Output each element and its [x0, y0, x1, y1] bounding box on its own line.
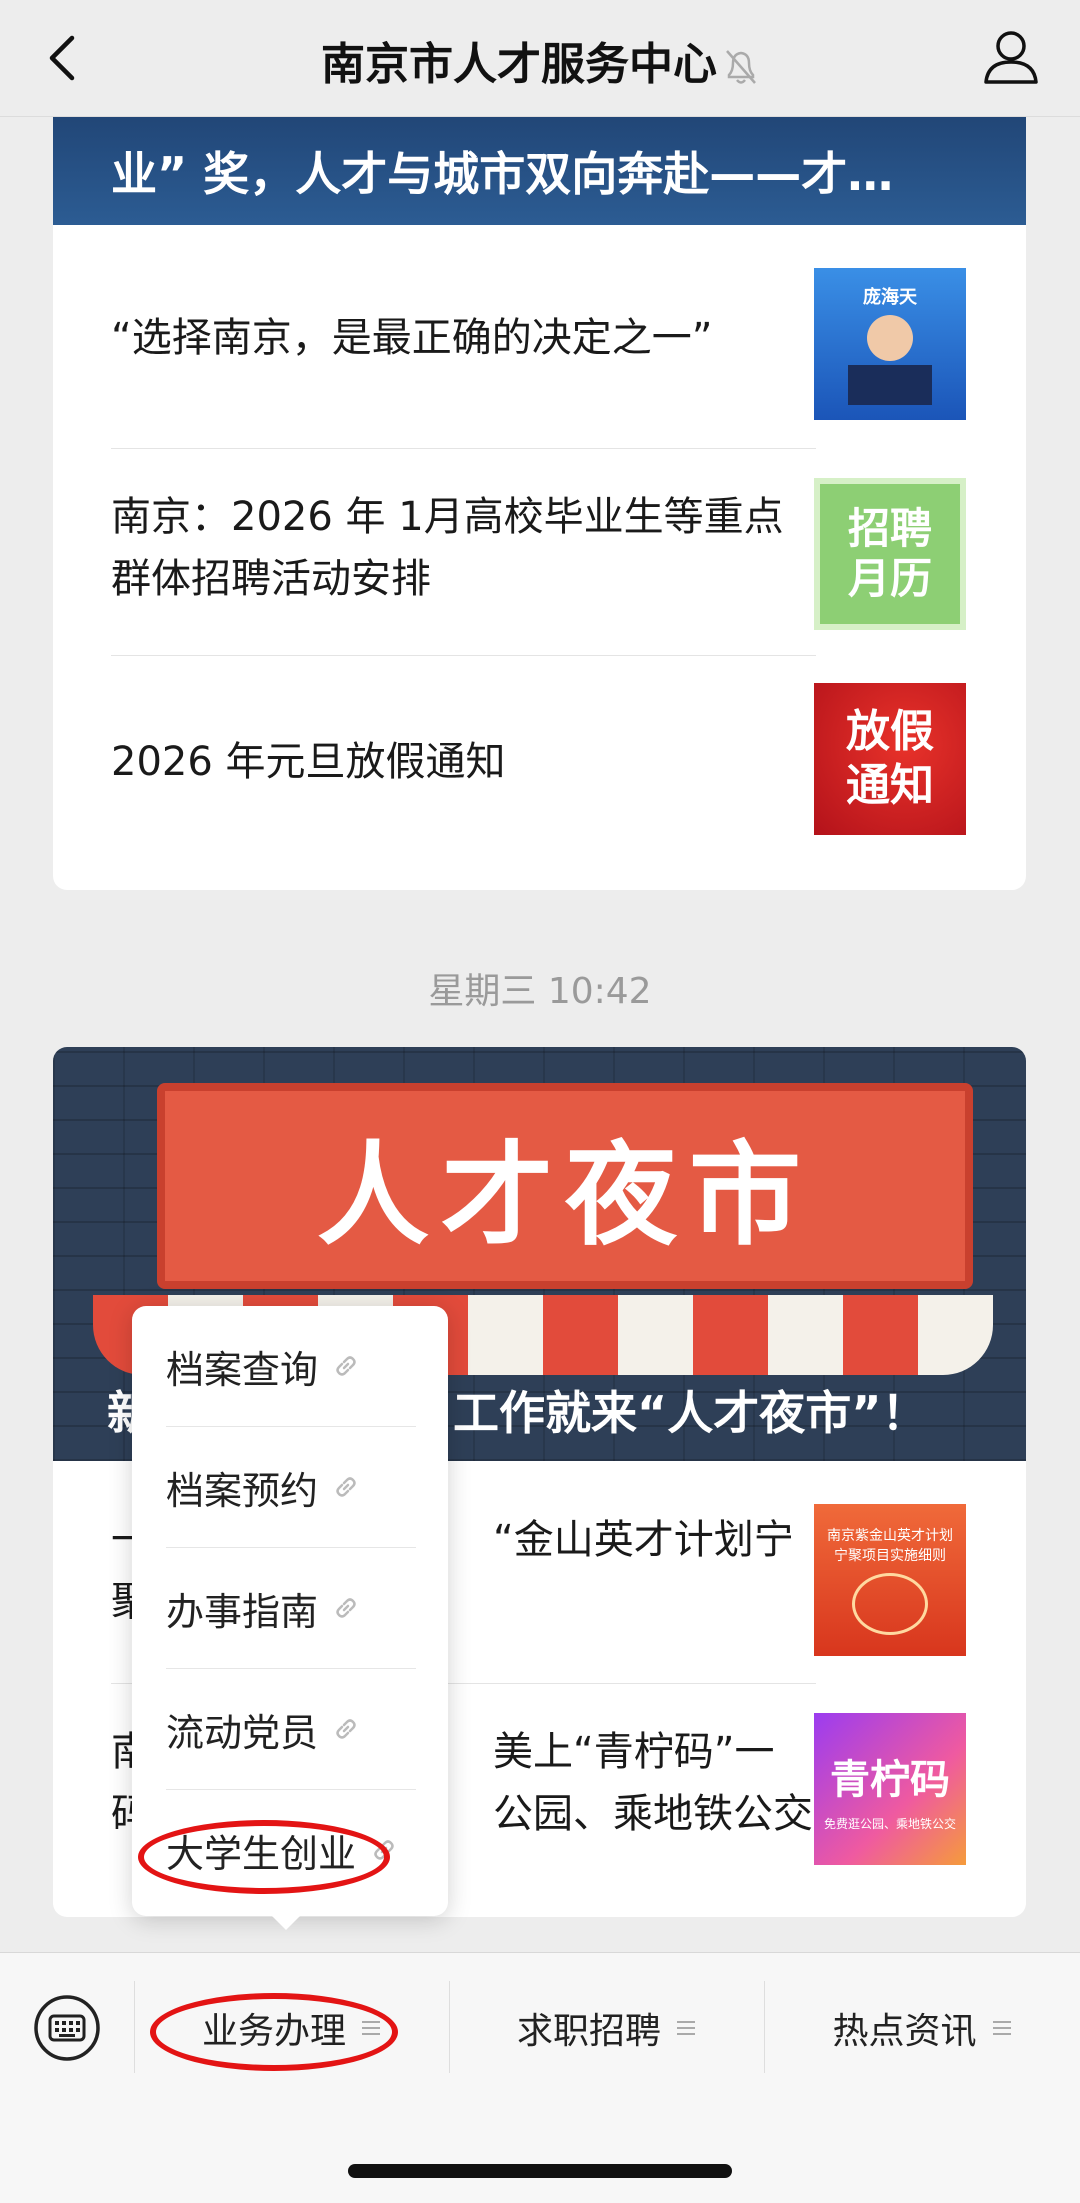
logo-graphic	[852, 1573, 928, 1635]
tab-label: 热点资讯	[832, 2011, 977, 2052]
banner-sign-text: 人才夜市	[157, 1083, 973, 1289]
divider	[111, 448, 816, 449]
page-title: 南京市人才服务中心	[0, 28, 1080, 92]
menu-lines-icon	[992, 2021, 1011, 2035]
article-title-right: “金山英才计划宁	[493, 1517, 794, 1563]
list-item[interactable]: 南京：2026 年 1月高校毕业生等重点群体招聘活动安排 招聘 月历	[111, 450, 966, 655]
thumbnail-text: 放假	[846, 706, 934, 757]
menu-item-label: 流动党员	[166, 1710, 319, 1755]
home-indicator[interactable]	[348, 2164, 732, 2178]
menu-item-label: 档案查询	[166, 1347, 319, 1392]
link-icon	[336, 1719, 356, 1739]
link-icon	[336, 1477, 356, 1497]
menu-lines-icon	[362, 2021, 380, 2035]
menu-lines-icon	[677, 2021, 695, 2035]
navigation-bar: 南京市人才服务中心	[0, 0, 1080, 117]
article-thumbnail: 庞海天	[814, 268, 966, 420]
tab-job-recruitment[interactable]: 求职招聘	[450, 1975, 764, 2081]
thumbnail-text: 月历	[847, 554, 932, 603]
article-card: 业” 奖，人才与城市双向奔赴——才… “选择南京，是最正确的决定之一” 庞海天 …	[53, 0, 1026, 890]
bell-mute-icon	[726, 50, 756, 84]
featured-article-title: 业” 奖，人才与城市双向奔赴——才…	[111, 147, 894, 201]
list-item[interactable]: “选择南京，是最正确的决定之一” 庞海天	[111, 225, 966, 450]
article-title: “选择南京，是最正确的决定之一”	[111, 315, 713, 361]
menu-item-service-guide[interactable]: 办事指南	[166, 1548, 416, 1668]
link-icon	[336, 1598, 356, 1618]
thumbnail-caption: 宁聚项目实施细则	[834, 1548, 946, 1564]
divider	[111, 655, 816, 656]
thumbnail-caption: 免费逛公园、乘地铁公交	[823, 1816, 956, 1831]
speaker-photo	[867, 315, 913, 361]
tab-label: 求职招聘	[516, 2011, 661, 2052]
tab-business-handling[interactable]: 业务办理	[135, 1975, 449, 2081]
thumbnail-text: 青柠码	[830, 1756, 950, 1803]
thumbnail-caption: 南京紫金山英才计划	[827, 1528, 953, 1544]
menu-item-label: 办事指南	[166, 1589, 319, 1634]
popup-caret	[270, 1914, 302, 1930]
account-name: 南京市人才服务中心	[321, 39, 717, 90]
thumbnail-text: 通知	[846, 760, 934, 811]
message-timestamp: 星期三 10:42	[428, 971, 652, 1012]
thumbnail-text: 招聘	[847, 504, 932, 553]
list-item[interactable]: 2026 年元旦放假通知 放假 通知	[111, 657, 966, 867]
podium-image	[848, 365, 932, 405]
menu-item-archive-query[interactable]: 档案查询	[166, 1306, 416, 1426]
link-icon	[336, 1356, 356, 1376]
thumbnail-caption: 庞海天	[863, 287, 917, 308]
submenu-popup: 档案查询 档案预约 办事指南 流动党员 大学生创业	[132, 1306, 448, 1916]
article-thumbnail: 招聘 月历	[814, 478, 966, 630]
menu-item-mobile-party-member[interactable]: 流动党员	[166, 1669, 416, 1789]
featured-article-title-right: 工作就来“人才夜市”！	[453, 1386, 928, 1440]
article-title-right: 公园、乘地铁公交	[493, 1791, 813, 1837]
article-title: 2026 年元旦放假通知	[111, 739, 506, 785]
link-icon	[374, 1840, 394, 1860]
menu-item-label: 档案预约	[166, 1468, 319, 1513]
article-thumbnail: 南京紫金山英才计划 宁聚项目实施细则	[814, 1504, 966, 1656]
person-icon[interactable]	[982, 28, 1040, 86]
article-thumbnail: 放假 通知	[814, 683, 966, 835]
tab-hot-news[interactable]: 热点资讯	[765, 1975, 1080, 2081]
menu-item-archive-booking[interactable]: 档案预约	[166, 1427, 416, 1547]
article-title-right: 美上“青柠码”一	[493, 1729, 775, 1775]
menu-item-student-entrepreneurship[interactable]: 大学生创业	[166, 1790, 416, 1910]
tab-label: 业务办理	[201, 2011, 346, 2052]
keyboard-icon[interactable]	[32, 1993, 102, 2063]
menu-item-label: 大学生创业	[166, 1831, 357, 1876]
article-title: 南京：2026 年 1月高校毕业生等重点群体招聘活动安排	[111, 494, 784, 602]
article-thumbnail: 青柠码 免费逛公园、乘地铁公交	[814, 1713, 966, 1865]
